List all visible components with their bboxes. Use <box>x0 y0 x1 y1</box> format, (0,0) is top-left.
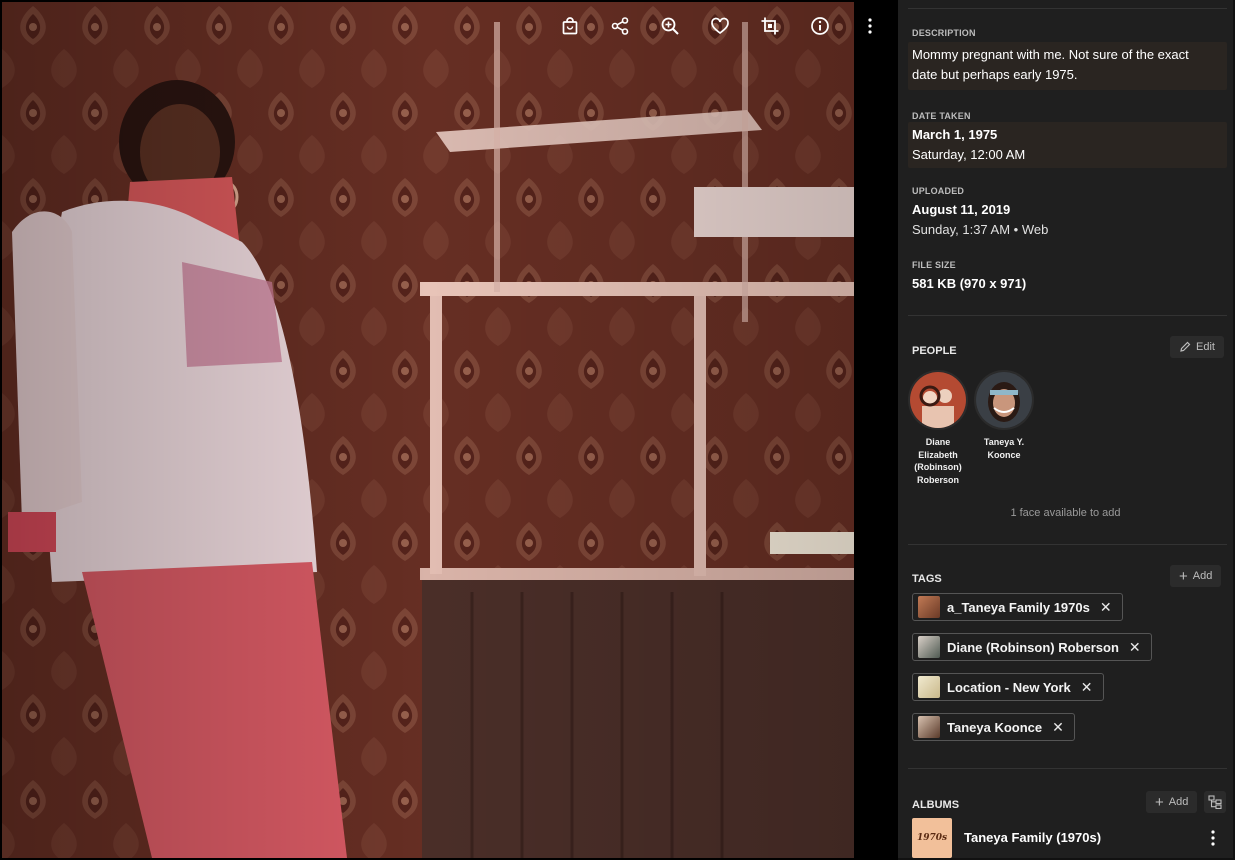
crop-button[interactable] <box>757 14 783 38</box>
date-taken-field[interactable]: March 1, 1975 Saturday, 12:00 AM <box>908 122 1227 168</box>
remove-tag-icon[interactable]: ✕ <box>1100 600 1112 614</box>
photo[interactable] <box>2 2 854 858</box>
tag-chip[interactable]: Taneya Koonce ✕ <box>912 713 1075 741</box>
plus-icon: + <box>1179 567 1188 585</box>
date-taken-label: DATE TAKEN <box>912 111 971 121</box>
person-name-line: Diane <box>925 437 951 447</box>
photo-viewer <box>0 0 898 860</box>
tag-label: a_Taneya Family 1970s <box>947 599 1090 615</box>
divider <box>908 315 1227 316</box>
avatar <box>908 370 968 430</box>
add-tag-button[interactable]: + Add <box>1170 565 1222 587</box>
album-title[interactable]: Taneya Family (1970s) <box>964 830 1101 845</box>
more-vertical-icon <box>868 18 872 34</box>
tag-chip[interactable]: Diane (Robinson) Roberson ✕ <box>912 633 1152 661</box>
share-button[interactable] <box>607 14 633 38</box>
album-thumbnail[interactable]: 1970s <box>912 818 952 858</box>
date-taken-value: March 1, 1975 <box>912 127 998 142</box>
more-vertical-icon <box>1211 830 1215 846</box>
remove-tag-icon[interactable]: ✕ <box>1052 720 1064 734</box>
person-name-line: Taneya Y. <box>983 437 1025 447</box>
share-icon <box>611 17 629 35</box>
person-name-line: (Robinson) <box>914 462 962 472</box>
people-label: PEOPLE <box>912 345 957 357</box>
info-panel: DESCRIPTION Mommy pregnant with me. Not … <box>898 0 1235 860</box>
tag-label: Location - New York <box>947 679 1071 695</box>
person-name-line: Elizabeth <box>918 449 958 460</box>
tag-thumbnail <box>918 596 940 618</box>
description-field[interactable]: Mommy pregnant with me. Not sure of the … <box>908 42 1227 90</box>
uploaded-detail: Sunday, 1:37 AM • Web <box>912 222 1049 237</box>
person-taneya[interactable]: Taneya Y. Koonce <box>973 370 1035 461</box>
tag-chip[interactable]: Location - New York ✕ <box>912 673 1104 701</box>
crop-icon <box>761 17 779 35</box>
description-line-2: date but perhaps early 1975. <box>912 67 1078 82</box>
edit-people-label: Edit <box>1196 341 1215 353</box>
album-tree-button[interactable] <box>1204 791 1226 813</box>
tag-label: Taneya Koonce <box>947 719 1043 735</box>
plus-icon: + <box>1155 793 1164 811</box>
remove-tag-icon[interactable]: ✕ <box>1129 640 1141 654</box>
zoom-in-icon <box>661 17 679 35</box>
add-tag-label: Add <box>1192 570 1213 582</box>
tag-thumbnail <box>918 676 940 698</box>
person-name-line: Roberson <box>916 474 959 485</box>
file-size-label: FILE SIZE <box>912 260 956 270</box>
tag-thumbnail <box>918 636 940 658</box>
date-taken-detail: Saturday, 12:00 AM <box>912 147 1026 162</box>
shopping-bag-icon <box>562 17 578 35</box>
uploaded-label: UPLOADED <box>912 186 965 196</box>
tags-label: TAGS <box>912 573 942 585</box>
tag-thumbnail <box>918 716 940 738</box>
description-line-1: Mommy pregnant with me. Not sure of the … <box>912 47 1189 62</box>
faces-available-note[interactable]: 1 face available to add <box>898 507 1233 519</box>
person-name: Taneya Y. Koonce <box>973 436 1035 461</box>
description-label: DESCRIPTION <box>912 28 976 38</box>
photo-image <box>2 2 854 858</box>
divider <box>908 768 1227 769</box>
favorite-button[interactable] <box>707 14 733 38</box>
add-album-label: Add <box>1168 796 1189 808</box>
album-thumbnail-text: 1970s <box>916 833 948 843</box>
buy-button[interactable] <box>557 14 583 38</box>
edit-people-button[interactable]: Edit <box>1170 336 1224 358</box>
album-more-button[interactable] <box>1203 828 1223 848</box>
avatar <box>974 370 1034 430</box>
heart-icon <box>711 17 729 35</box>
person-diane[interactable]: Diane Elizabeth (Robinson) Roberson <box>907 370 969 486</box>
pencil-icon <box>1180 341 1191 352</box>
uploaded-date: August 11, 2019 <box>912 202 1011 217</box>
remove-tag-icon[interactable]: ✕ <box>1081 680 1093 694</box>
zoom-button[interactable] <box>657 14 683 38</box>
person-name-line: Koonce <box>987 449 1021 460</box>
tag-chip[interactable]: a_Taneya Family 1970s ✕ <box>912 593 1123 621</box>
albums-label: ALBUMS <box>912 799 960 811</box>
add-album-button[interactable]: + Add <box>1146 791 1198 813</box>
divider <box>908 8 1227 9</box>
more-options-button[interactable] <box>857 14 883 38</box>
tag-label: Diane (Robinson) Roberson <box>947 639 1119 655</box>
info-button[interactable] <box>807 14 833 38</box>
hierarchy-icon <box>1208 795 1222 809</box>
info-icon <box>811 17 829 35</box>
person-name: Diane Elizabeth (Robinson) Roberson <box>907 436 969 486</box>
file-size-value: 581 KB (970 x 971) <box>912 276 1027 291</box>
divider <box>908 544 1227 545</box>
